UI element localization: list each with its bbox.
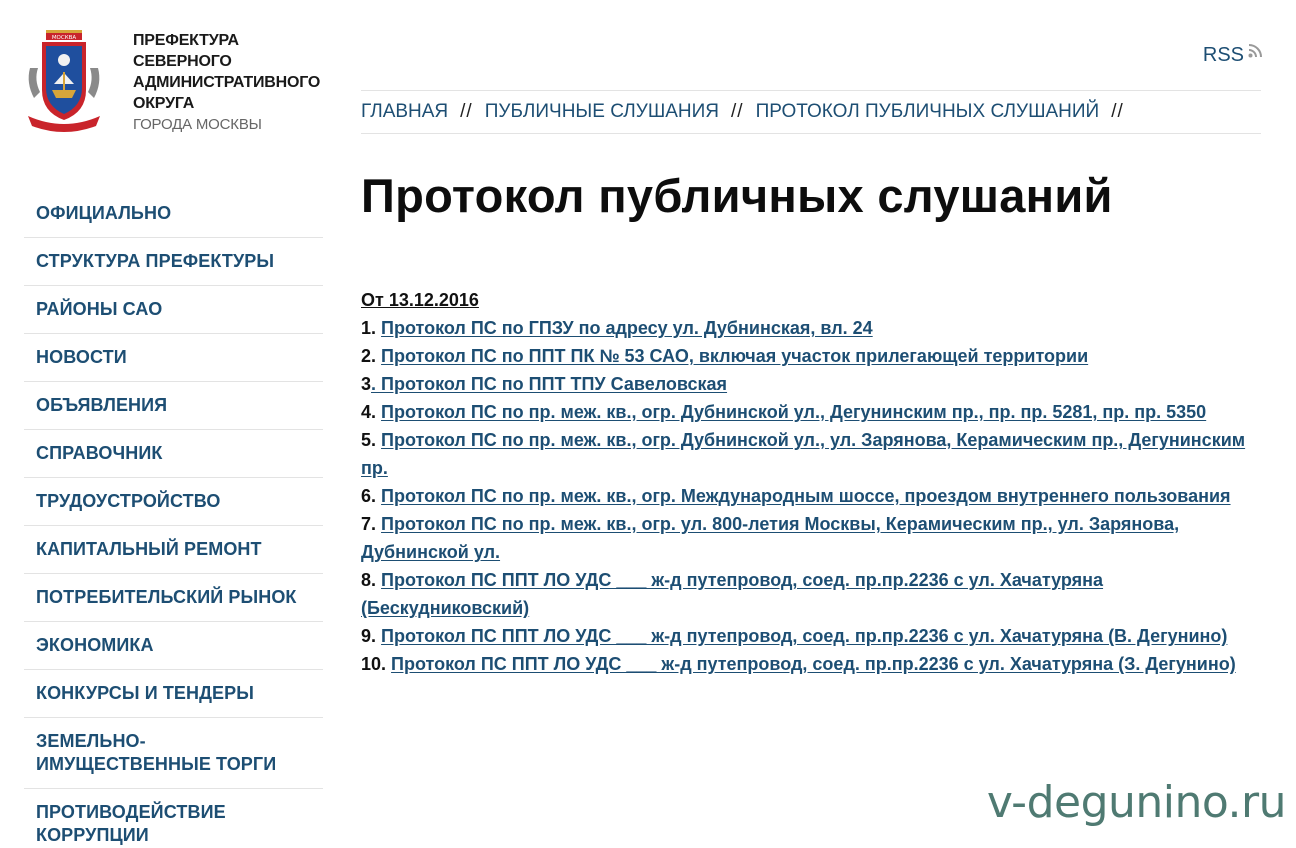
protocol-link[interactable]: Протокол ПС ППТ ЛО УДС ___ ж-д путепрово… [391,654,1236,674]
item-number: 9. [361,626,377,646]
org-line: ПРЕФЕКТУРА [133,32,239,49]
list-item: 9. Протокол ПС ППТ ЛО УДС ___ ж-д путепр… [361,622,1266,650]
sidebar-item-prefecture-structure[interactable]: СТРУКТУРА ПРЕФЕКТУРЫ [24,238,323,286]
breadcrumb-public-hearings[interactable]: ПУБЛИЧНЫЕ СЛУШАНИЯ [485,101,719,123]
sidebar-item-tenders[interactable]: КОНКУРСЫ И ТЕНДЕРЫ [24,670,323,718]
item-number: 6. [361,486,377,506]
protocol-link[interactable]: Протокол ПС по ППТ ПК № 53 САО, включая … [381,346,1088,366]
protocol-link[interactable]: Протокол ПС по пр. меж. кв., огр. ул. 80… [361,514,1179,562]
sidebar-item-anti-corruption[interactable]: ПРОТИВОДЕЙСТВИЕ КОРРУПЦИИ [24,789,323,848]
item-number: 2. [361,346,377,366]
breadcrumb-separator: // [731,101,744,122]
sidebar-item-employment[interactable]: ТРУДОУСТРОЙСТВО [24,478,323,526]
item-number: 3 [361,374,372,394]
list-item: 8. Протокол ПС ППТ ЛО УДС ___ ж-д путепр… [361,566,1266,622]
list-item: 3. Протокол ПС по ППТ ТПУ Савеловская [361,370,1266,398]
list-item: 6. Протокол ПС по пр. меж. кв., огр. Меж… [361,482,1266,510]
list-item: 7. Протокол ПС по пр. меж. кв., огр. ул.… [361,510,1266,566]
list-item: 4. Протокол ПС по пр. меж. кв., огр. Дуб… [361,398,1266,426]
sidebar-menu: ОФИЦИАЛЬНО СТРУКТУРА ПРЕФЕКТУРЫ РАЙОНЫ С… [24,190,323,848]
page-title: Протокол публичных слушаний [361,169,1113,222]
item-number: 1. [361,318,377,338]
rss-label: RSS [1202,44,1244,66]
sidebar-item-news[interactable]: НОВОСТИ [24,334,323,382]
list-item: 5. Протокол ПС по пр. меж. кв., огр. Дуб… [361,426,1266,482]
org-line: СЕВЕРНОГО [133,53,232,70]
rss-icon [1248,43,1262,57]
list-item: 2. Протокол ПС по ППТ ПК № 53 САО, включ… [361,342,1266,370]
org-line: АДМИНИСТРАТИВНОГО [133,74,321,91]
list-item: 1. Протокол ПС по ГПЗУ по адресу ул. Дуб… [361,314,1266,342]
protocol-link[interactable]: . Протокол ПС по ППТ ТПУ Савеловская [371,374,727,394]
breadcrumb: ГЛАВНАЯ // ПУБЛИЧНЫЕ СЛУШАНИЯ // ПРОТОКО… [361,90,1261,134]
sidebar-item-districts[interactable]: РАЙОНЫ САО [24,286,323,334]
breadcrumb-separator: // [1111,101,1124,122]
sidebar-item-consumer-market[interactable]: ПОТРЕБИТЕЛЬСКИЙ РЫНОК [24,574,323,622]
protocol-link[interactable]: Протокол ПС ППТ ЛО УДС ___ ж-д путепрово… [381,626,1227,646]
sidebar-item-official[interactable]: ОФИЦИАЛЬНО [24,190,323,238]
protocol-list: От 13.12.2016 1. Протокол ПС по ГПЗУ по … [361,286,1266,678]
list-item: 10. Протокол ПС ППТ ЛО УДС ___ ж-д путеп… [361,650,1266,678]
svg-text:МОСКВА: МОСКВА [52,35,77,41]
org-city-line: ГОРОДА МОСКВЫ [133,116,262,133]
item-number: 4. [361,402,377,422]
sidebar-item-economy[interactable]: ЭКОНОМИКА [24,622,323,670]
prefecture-coat-of-arms-logo[interactable]: МОСКВА [24,28,104,136]
breadcrumb-home[interactable]: ГЛАВНАЯ [361,101,448,123]
sidebar-item-announcements[interactable]: ОБЪЯВЛЕНИЯ [24,382,323,430]
item-number: 10. [361,654,387,674]
protocol-link[interactable]: Протокол ПС по пр. меж. кв., огр. Дубнин… [361,430,1245,478]
protocol-link[interactable]: Протокол ПС по ГПЗУ по адресу ул. Дубнин… [381,318,873,338]
protocol-link[interactable]: Протокол ПС ППТ ЛО УДС ___ ж-д путепрово… [361,570,1103,618]
org-line: ОКРУГА [133,95,195,112]
protocol-link[interactable]: Протокол ПС по пр. меж. кв., огр. Дубнин… [381,402,1206,422]
site-watermark: v-degunino.ru [986,777,1287,828]
breadcrumb-separator: // [460,101,473,122]
breadcrumb-current-page[interactable]: ПРОТОКОЛ ПУБЛИЧНЫХ СЛУШАНИЙ [756,101,1100,123]
item-number: 5. [361,430,377,450]
protocol-link[interactable]: Протокол ПС по пр. меж. кв., огр. Междун… [381,486,1231,506]
sidebar-item-capital-repair[interactable]: КАПИТАЛЬНЫЙ РЕМОНТ [24,526,323,574]
item-number: 8. [361,570,377,590]
prefecture-name: ПРЕФЕКТУРА СЕВЕРНОГО АДМИНИСТРАТИВНОГО О… [133,30,320,135]
sidebar-item-directory[interactable]: СПРАВОЧНИК [24,430,323,478]
date-heading: От 13.12.2016 [361,290,479,310]
sidebar-item-land-auctions[interactable]: ЗЕМЕЛЬНО-ИМУЩЕСТВЕННЫЕ ТОРГИ [24,718,323,789]
item-number: 7. [361,514,377,534]
rss-link[interactable]: RSS [1202,43,1262,67]
